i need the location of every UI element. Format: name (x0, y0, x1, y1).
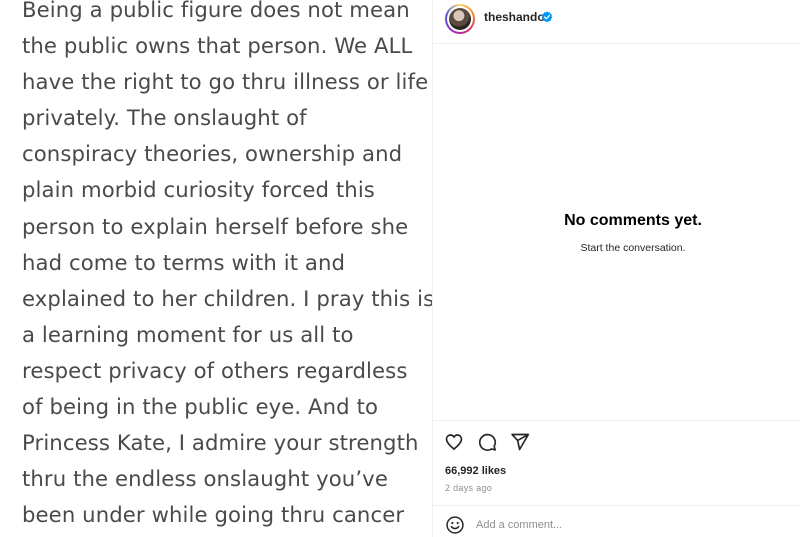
post-text-line: explained to her children. I pray this i… (22, 285, 432, 311)
emoji-icon[interactable] (445, 515, 465, 535)
post-text-line: Being a public figure does not mean (22, 0, 410, 22)
post-text-line: have the right to go thru illness or lif… (22, 69, 429, 95)
post-text-line: had come to terms with it and (22, 249, 346, 275)
post-text-line: person to explain herself before she (22, 213, 409, 239)
comment-input[interactable] (476, 516, 776, 534)
post-text-line: the public owns that person. We ALL (22, 33, 413, 59)
post-text-line: been under while going thru cancer (22, 502, 405, 528)
no-comments-title: No comments yet. (564, 212, 702, 229)
verified-badge-icon (541, 11, 553, 23)
post-text-line: Princess Kate, I admire your strength (22, 430, 419, 456)
post-header: theshando (433, 0, 800, 44)
post-text-line: thru the endless onslaught you’ve (22, 466, 388, 492)
heart-icon[interactable] (444, 432, 464, 452)
username-link[interactable]: theshando (484, 10, 545, 24)
share-icon[interactable] (510, 432, 530, 452)
actions-divider (433, 420, 800, 421)
comments-panel: theshando No comments yet. Start the con… (433, 0, 800, 537)
comment-icon[interactable] (477, 432, 497, 452)
post-text: Being a public figure does not mean the … (22, 0, 432, 533)
post-text-line: plain morbid curiosity forced this (22, 177, 375, 203)
profile-avatar-icon (449, 8, 471, 30)
post-text-line: a learning moment for us all to (22, 321, 354, 347)
likes-count[interactable]: 66,992 likes (445, 465, 506, 477)
post-text-line: of being in the public eye. And to (22, 394, 379, 420)
composer-divider (433, 505, 800, 506)
post-timestamp[interactable]: 2 days ago (445, 483, 492, 493)
post-text-line: privately. The onslaught of (22, 105, 307, 131)
no-comments-subtitle: Start the conversation. (580, 242, 686, 254)
post-image: Being a public figure does not mean the … (0, 0, 432, 537)
post-text-line: respect privacy of others regardless (22, 357, 408, 383)
avatar[interactable] (445, 4, 475, 34)
post-text-line: conspiracy theories, ownership and (22, 141, 403, 167)
